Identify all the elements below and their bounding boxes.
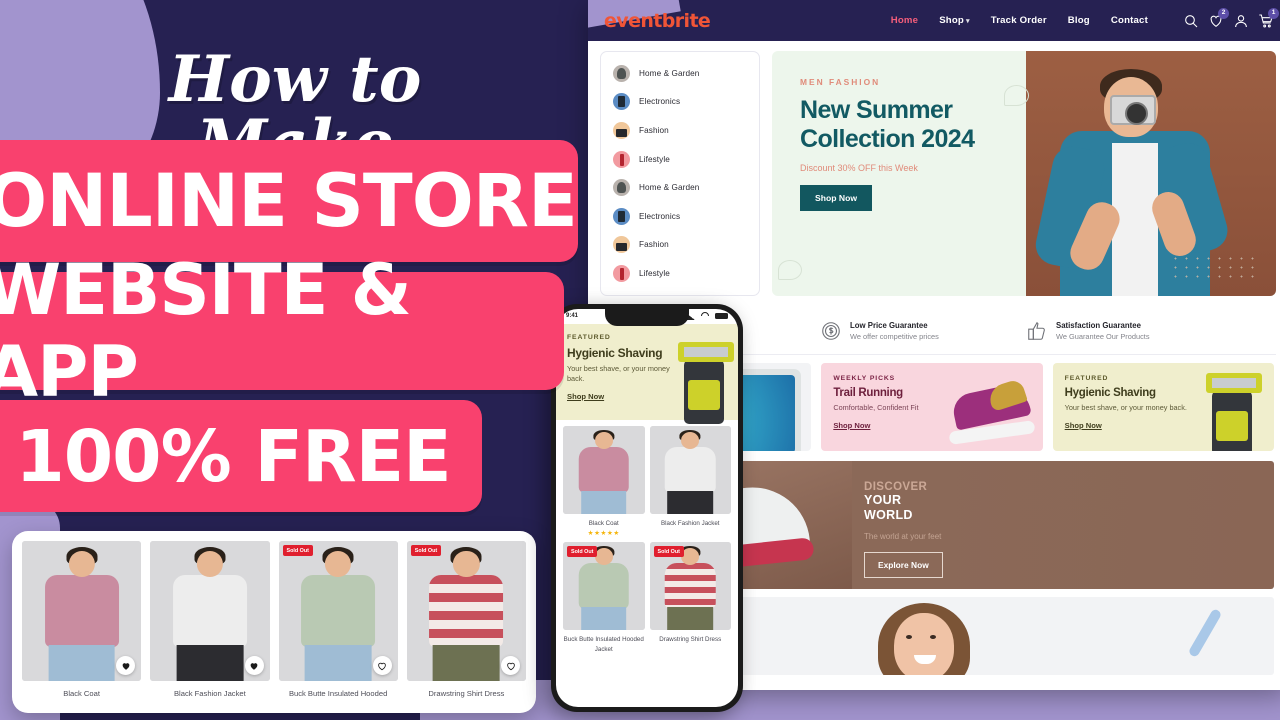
wishlist-heart-icon[interactable]: 2 — [1208, 7, 1229, 29]
lifestyle-icon — [613, 264, 630, 282]
promo-card-trail-running[interactable]: WEEKLY PICKS Trail Running Comfortable, … — [821, 362, 1043, 451]
category-item[interactable]: Electronics — [601, 202, 759, 231]
battery-icon — [715, 313, 728, 319]
chevron-down-icon: ▾ — [965, 18, 970, 25]
cart-badge: 1 — [1268, 7, 1279, 19]
discover-copy: DISCOVER YOUR WORLD The world at your fe… — [864, 481, 943, 579]
decor-stripe — [1187, 607, 1223, 658]
cart-icon[interactable]: 1 — [1258, 7, 1279, 29]
nav-item-blog[interactable]: Blog — [1068, 15, 1090, 26]
category-label: Home & Garden — [639, 183, 700, 193]
razor-image — [678, 338, 734, 424]
feature-low-price-guarantee: Low Price Guarantee We offer competitive… — [820, 320, 1026, 342]
feature-title: Satisfaction Guarantee — [1056, 320, 1141, 330]
electronics-icon — [613, 207, 630, 225]
discover-line-1: DISCOVER — [864, 480, 928, 493]
feature-subtitle: We offer competitive prices — [850, 332, 939, 341]
product-image — [649, 426, 731, 514]
student-photo — [854, 597, 994, 675]
category-item[interactable]: Home & Garden — [601, 59, 759, 88]
category-item[interactable]: Lifestyle — [601, 145, 759, 174]
nav-label-shop: Shop — [939, 15, 964, 26]
thumbnail-canvas: eventbrite Home Shop ▾ Track Order Blog C… — [0, 0, 1280, 720]
category-item[interactable]: Lifestyle — [601, 259, 759, 288]
category-label: Electronics — [639, 211, 681, 221]
electronics-icon — [613, 93, 630, 111]
category-label: Lifestyle — [639, 268, 670, 278]
status-indicators — [686, 312, 728, 320]
nav-item-shop[interactable]: Shop ▾ — [939, 15, 970, 26]
promo-shop-now-link[interactable]: Shop Now — [833, 421, 870, 430]
category-sidebar: Home & Garden Electronics Fashion Lifest… — [600, 51, 760, 296]
product-name: Black Fashion Jacket — [661, 520, 720, 527]
headline-band-online-store: ONLINE STORE — [0, 140, 578, 262]
decor-bubble — [778, 259, 802, 280]
discover-line-2: YOUR — [864, 492, 902, 507]
category-item[interactable]: Fashion — [601, 231, 759, 260]
lifestyle-icon — [613, 150, 630, 168]
coin-dollar-icon — [820, 320, 842, 342]
hero-shop-now-button[interactable]: Shop Now — [800, 185, 873, 211]
category-label: Home & Garden — [639, 68, 700, 78]
hero-kicker: MEN FASHION — [800, 77, 881, 87]
feature-title: Low Price Guarantee — [850, 320, 928, 330]
hero-title: New Summer Collection 2024 — [800, 96, 975, 153]
fashion-icon — [613, 236, 630, 254]
nav-label-blog: Blog — [1067, 15, 1090, 26]
feature-subtitle: We Guarantee Our Products — [1056, 332, 1150, 341]
nav-item-contact[interactable]: Contact — [1111, 15, 1148, 26]
phone-notch — [605, 309, 689, 326]
header-icon-group: 2 1 — [1183, 7, 1279, 29]
headline-band-website-app: WEBSITE & APP — [0, 249, 564, 413]
nav-item-home[interactable]: Home — [891, 15, 918, 26]
discover-line-3: WORLD — [864, 508, 913, 522]
hero-subtitle: Discount 30% OFF this Week — [800, 163, 918, 173]
fashion-icon — [613, 121, 630, 139]
discover-subtitle: The world at your feet — [864, 532, 942, 542]
main-nav: Home Shop ▾ Track Order Blog Contact 2 1 — [891, 7, 1279, 29]
hero-section: Home & Garden Electronics Fashion Lifest… — [600, 51, 1276, 296]
category-item[interactable]: Fashion — [601, 116, 759, 145]
category-item[interactable]: Home & Garden — [601, 173, 759, 202]
promo-shop-now-link[interactable]: Shop Now — [1065, 421, 1102, 430]
thumbs-up-icon — [1026, 320, 1048, 342]
sold-out-badge: Sold Out — [653, 546, 684, 558]
category-label: Fashion — [639, 125, 669, 135]
wifi-icon — [701, 312, 709, 316]
category-label: Lifestyle — [639, 154, 670, 164]
headline-band-free: 100% FREE — [0, 400, 482, 512]
site-logo[interactable]: eventbrite — [604, 10, 711, 32]
nav-item-track-order[interactable]: Track Order — [991, 15, 1047, 26]
nav-label-home: Home — [890, 15, 919, 26]
product-image: Sold Out — [649, 542, 731, 631]
decor-dot-grid — [1170, 253, 1260, 284]
razor-image — [1205, 369, 1264, 451]
hero-banner: MEN FASHION New Summer Collection 2024 D… — [772, 51, 1276, 296]
category-label: Electronics — [639, 97, 681, 107]
home-garden-icon — [613, 179, 630, 197]
feature-satisfaction-guarantee: Satisfaction Guarantee We Guarantee Our … — [1026, 320, 1232, 342]
wishlist-badge: 2 — [1218, 7, 1229, 19]
thumbnail-headline: How to Make ONLINE STORE WEBSITE & APP 1… — [0, 0, 588, 720]
home-garden-icon — [613, 64, 630, 82]
phone-product-item[interactable]: Sold Out Drawstring Shirt Dress — [649, 542, 731, 654]
product-name: Drawstring Shirt Dress — [659, 636, 722, 644]
account-user-icon[interactable] — [1233, 13, 1249, 29]
nav-label-contact: Contact — [1110, 15, 1148, 26]
category-item[interactable]: Electronics — [601, 88, 759, 117]
category-label: Fashion — [639, 240, 669, 250]
hero-copy: MEN FASHION New Summer Collection 2024 D… — [772, 51, 1276, 211]
site-header: eventbrite Home Shop ▾ Track Order Blog C… — [588, 0, 1280, 41]
search-icon[interactable] — [1183, 13, 1199, 29]
explore-now-button[interactable]: Explore Now — [864, 552, 943, 579]
promo-card-hygienic-shaving[interactable]: FEATURED Hygienic Shaving Your best shav… — [1052, 362, 1274, 451]
phone-product-item[interactable]: Black Fashion Jacket — [649, 426, 731, 537]
running-shoe-image — [947, 377, 1039, 445]
nav-label-track-order: Track Order — [990, 15, 1047, 26]
